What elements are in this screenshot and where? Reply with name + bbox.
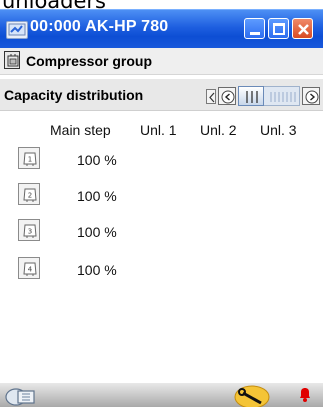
main-step-value: 100 % — [77, 188, 117, 204]
svg-text:4: 4 — [28, 266, 33, 274]
wrench-icon[interactable] — [232, 381, 272, 407]
table-row: 3 100 % — [0, 219, 323, 247]
compressor-step-icon[interactable]: 3 — [18, 219, 40, 241]
main-step-value: 100 % — [77, 262, 117, 278]
minus-button[interactable] — [218, 87, 236, 105]
status-bar — [0, 383, 323, 407]
maximize-button[interactable] — [268, 18, 289, 39]
section-title: Compressor group — [26, 53, 153, 69]
plus-button[interactable] — [302, 87, 320, 105]
table-row: 1 100 % — [0, 147, 323, 175]
main-step-value: 100 % — [77, 152, 117, 168]
close-button[interactable] — [292, 18, 313, 39]
page-slider-thumb[interactable] — [238, 86, 264, 106]
section-header: Compressor group — [0, 48, 323, 75]
main-step-value: 100 % — [77, 224, 117, 240]
subsection-header: Capacity distribution — [0, 79, 323, 111]
column-header-main-step: Main step — [50, 122, 111, 138]
network-device-icon[interactable] — [4, 385, 46, 407]
title-bar: 00:000 AK-HP 780 — [0, 9, 323, 48]
compressor-step-icon[interactable]: 4 — [18, 257, 40, 279]
minimize-button[interactable] — [244, 18, 265, 39]
device-monitor-icon — [6, 21, 28, 39]
subsection-title: Capacity distribution — [4, 87, 144, 103]
column-header-unl-3: Unl. 3 — [260, 122, 297, 138]
scroll-left-button[interactable] — [206, 89, 216, 104]
svg-text:2: 2 — [28, 192, 32, 200]
svg-text:1: 1 — [28, 156, 32, 164]
svg-text:3: 3 — [28, 228, 32, 236]
column-header-unl-2: Unl. 2 — [200, 122, 237, 138]
window-title: 00:000 AK-HP 780 — [30, 18, 169, 35]
compressor-group-icon[interactable] — [4, 51, 20, 69]
table-row: 4 100 % — [0, 257, 323, 285]
compressor-step-icon[interactable]: 1 — [18, 147, 40, 169]
alarm-bell-icon[interactable] — [296, 385, 314, 403]
compressor-step-icon[interactable]: 2 — [18, 183, 40, 205]
caption-text: unloaders — [0, 0, 323, 9]
table-row: 2 100 % — [0, 183, 323, 211]
column-header-unl-1: Unl. 1 — [140, 122, 177, 138]
app-window: unloaders 00:000 AK-HP 780 — [0, 0, 323, 407]
